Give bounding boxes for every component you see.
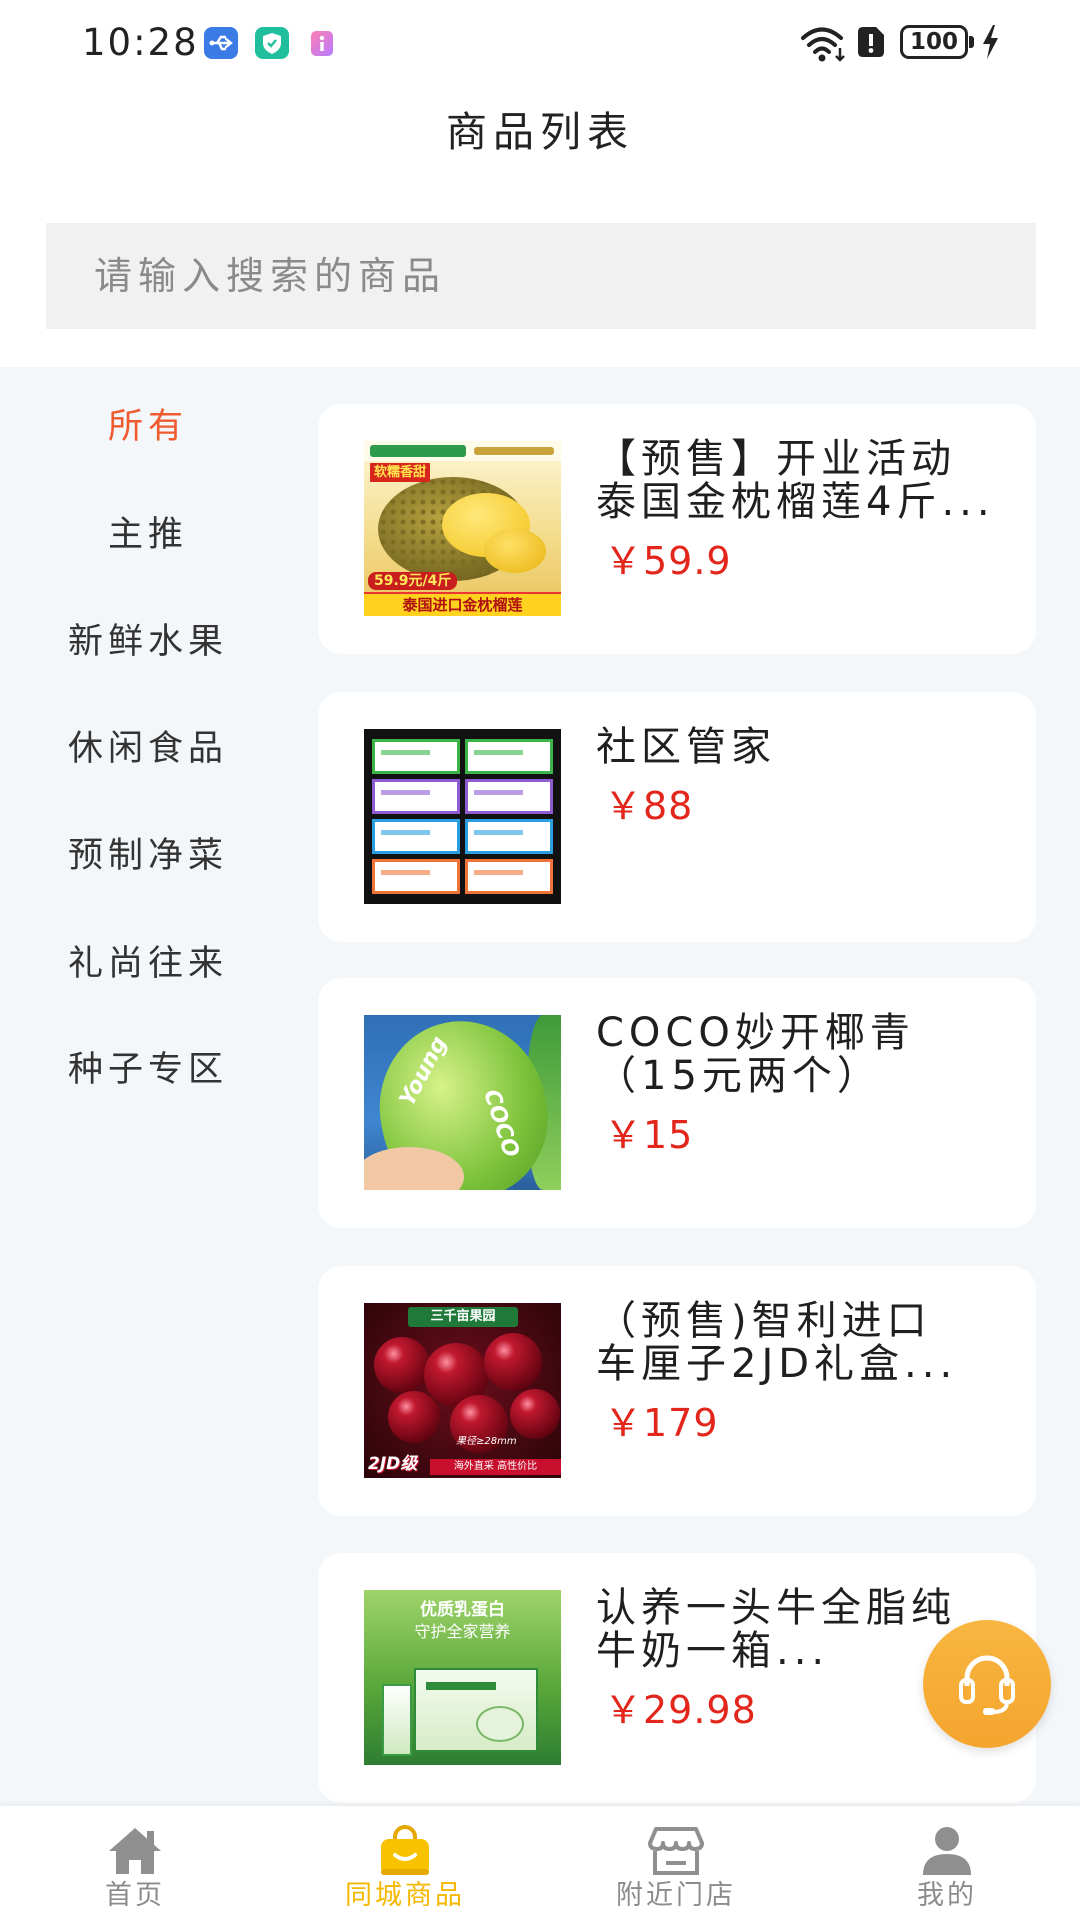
category-item-all[interactable]: 所有 [0, 403, 296, 451]
cherry-graphic [484, 1333, 542, 1391]
image-subline: 守护全家营养 [414, 1622, 511, 1641]
image-size-note: 果径≥28mm [456, 1436, 517, 1447]
nav-label: 我的 [917, 1880, 977, 1911]
product-card[interactable]: 社区管家 ￥88 [318, 692, 1036, 942]
product-price: ￥88 [604, 784, 694, 828]
search-input[interactable] [46, 223, 1036, 329]
cherry-graphic [388, 1391, 440, 1443]
shopping-bag-icon [381, 1825, 429, 1875]
voucher-graphic [372, 739, 460, 774]
category-item-seeds[interactable]: 种子专区 [0, 1046, 296, 1094]
image-price-tag: 59.9元/4斤 [368, 572, 458, 590]
sim-alert-icon [858, 27, 884, 57]
bottom-nav: 首页 同城商品 附近门店 我的 [0, 1806, 1080, 1920]
nav-item-nearby-stores[interactable]: 附近门店 [576, 1806, 776, 1920]
image-top-bar [474, 447, 554, 455]
wifi-icon [800, 24, 848, 64]
durian-product-image: 软糯香甜 59.9元/4斤 泰国进口金枕榴莲 [364, 441, 561, 616]
nav-label: 同城商品 [345, 1880, 465, 1911]
image-slogan: 海外直采 高性价比 [430, 1459, 561, 1475]
customer-service-headset-icon [959, 1655, 1015, 1715]
category-item-snacks[interactable]: 休闲食品 [0, 725, 296, 773]
battery-indicator: 100 [900, 25, 968, 59]
product-title: （15元两个） [596, 1053, 882, 1099]
product-info: 【预售】开业活动 泰国金枕榴莲4斤... ￥59.9 [596, 436, 1016, 584]
milk-box-graphic [414, 1668, 538, 1752]
voucher-graphic [465, 859, 553, 894]
image-top-bar [370, 445, 466, 457]
voucher-graphic [465, 779, 553, 814]
voucher-graphic [372, 779, 460, 814]
nav-item-mine[interactable]: 我的 [847, 1806, 1047, 1920]
voucher-graphic [372, 819, 460, 854]
image-headline: 优质乳蛋白 [420, 1600, 505, 1620]
charging-bolt-icon [981, 25, 999, 59]
security-shield-icon [255, 27, 289, 59]
category-item-prepared-veg[interactable]: 预制净菜 [0, 832, 296, 880]
content-area: 所有 主推 新鲜水果 休闲食品 预制净菜 礼尚往来 种子专区 软糯香甜 59.9… [0, 367, 1080, 1806]
milk-product-image: 优质乳蛋白 守护全家营养 [364, 1590, 561, 1765]
store-icon [648, 1827, 704, 1875]
milk-carton-graphic [382, 1684, 412, 1756]
product-info: （预售)智利进口 车厘子2JD礼盒... ￥179 [596, 1298, 1016, 1446]
cherry-product-image: 三千亩果园 果径≥28mm 2JD级 海外直采 高性价比 [364, 1303, 561, 1478]
voucher-graphic [372, 859, 460, 894]
coconut-product-image: Young COCO [364, 1015, 561, 1190]
product-title: （预售)智利进口 [596, 1298, 932, 1344]
page-title: 商品列表 [446, 108, 634, 156]
product-card[interactable]: 三千亩果园 果径≥28mm 2JD级 海外直采 高性价比 （预售)智利进口 车厘… [318, 1266, 1036, 1516]
product-title: 认养一头牛全脂纯 [596, 1585, 956, 1631]
product-card[interactable]: 软糯香甜 59.9元/4斤 泰国进口金枕榴莲 【预售】开业活动 泰国金枕榴莲4斤… [318, 404, 1036, 654]
category-item-featured[interactable]: 主推 [0, 511, 296, 559]
nav-item-local-goods[interactable]: 同城商品 [305, 1806, 505, 1920]
status-bar: 10:28 100 [0, 0, 1080, 98]
product-price: ￥15 [604, 1113, 694, 1157]
product-title: 泰国金枕榴莲4斤... [596, 479, 995, 525]
cherry-graphic [374, 1337, 430, 1393]
product-title: COCO妙开椰青 [596, 1010, 915, 1056]
usb-debug-icon [204, 27, 238, 59]
durian-flesh-graphic [484, 529, 546, 573]
nav-label: 首页 [105, 1880, 165, 1911]
nav-item-home[interactable]: 首页 [35, 1806, 235, 1920]
category-item-gifts[interactable]: 礼尚往来 [0, 940, 296, 988]
product-title: 社区管家 [596, 724, 776, 770]
product-title: 车厘子2JD礼盒... [596, 1341, 958, 1387]
customer-service-button[interactable] [923, 1620, 1051, 1748]
image-banner: 三千亩果园 [408, 1307, 518, 1327]
cherry-graphic [510, 1389, 560, 1439]
product-price: ￥59.9 [604, 539, 732, 583]
search-bar[interactable] [46, 223, 1036, 329]
app-notification-icon [311, 31, 333, 56]
status-time: 10:28 [82, 21, 199, 64]
nav-label: 附近门店 [616, 1880, 736, 1911]
battery-nub [969, 36, 974, 48]
voucher-graphic [465, 739, 553, 774]
voucher-graphic [465, 819, 553, 854]
product-info: 社区管家 ￥88 [596, 724, 1016, 829]
product-price: ￥179 [604, 1401, 719, 1445]
home-icon [109, 1828, 161, 1874]
user-icon [923, 1827, 971, 1875]
product-title: 【预售】开业活动 [596, 436, 956, 482]
image-banner: 泰国进口金枕榴莲 [364, 592, 561, 616]
voucher-product-image [364, 729, 561, 904]
category-item-fresh-fruit[interactable]: 新鲜水果 [0, 618, 296, 666]
product-card[interactable]: Young COCO COCO妙开椰青 （15元两个） ￥15 [318, 978, 1036, 1228]
product-info: COCO妙开椰青 （15元两个） ￥15 [596, 1010, 1016, 1158]
image-badge: 软糯香甜 [370, 463, 431, 482]
image-grade-label: 2JD级 [368, 1454, 418, 1474]
